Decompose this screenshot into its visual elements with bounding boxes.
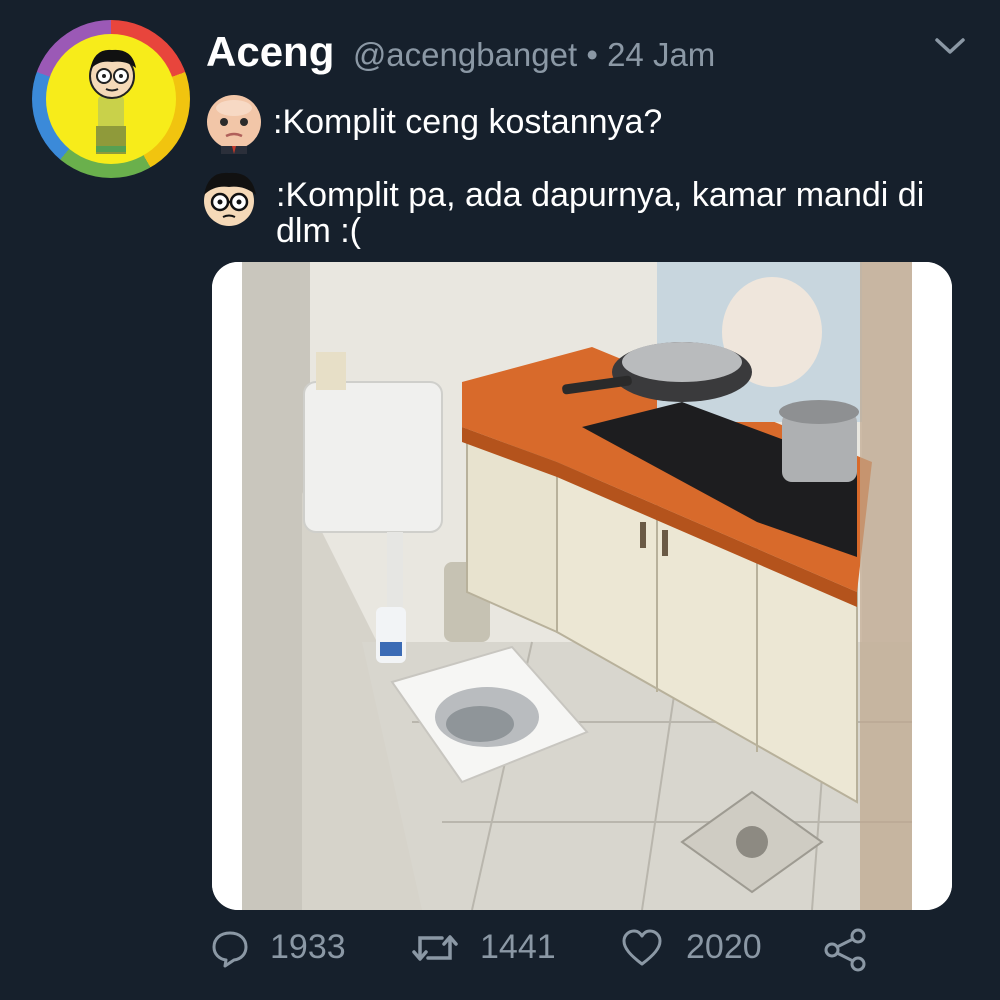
message-text: :Komplit pa, ada dapurnya, kamar mandi d…	[276, 176, 925, 250]
baby-face-icon	[203, 92, 265, 154]
retweet-count: 1441	[480, 928, 556, 966]
message-line: :Komplit ceng kostannya?	[203, 90, 963, 160]
like-count: 2020	[686, 928, 762, 966]
tweet-time: 24 Jam	[607, 36, 716, 73]
like-button[interactable]: 2020	[620, 918, 790, 978]
message-line: :Komplit pa, ada dapurnya, kamar mandi d…	[198, 165, 958, 255]
chevron-down-icon[interactable]	[932, 34, 968, 58]
retweet-button[interactable]: 1441	[410, 918, 570, 978]
tweet-photo[interactable]	[212, 262, 952, 910]
reply-button[interactable]: 1933	[210, 918, 360, 978]
like-icon	[622, 929, 662, 966]
aceng-face-icon	[198, 165, 260, 235]
message-text: :Komplit ceng kostannya?	[273, 103, 663, 141]
author-name[interactable]: Aceng	[206, 28, 334, 75]
avatar[interactable]	[32, 20, 190, 178]
dot-separator: •	[586, 36, 598, 73]
retweet-icon	[412, 935, 458, 961]
share-icon	[824, 928, 866, 972]
reply-count: 1933	[270, 928, 346, 966]
handle-text: @acengbanget	[352, 36, 578, 73]
reply-icon	[212, 931, 248, 968]
avatar-cartoon-icon	[46, 34, 176, 164]
author-handle[interactable]: @acengbanget • 24 Jam	[353, 36, 715, 73]
bathroom-kitchen-photo	[212, 262, 952, 910]
share-button[interactable]	[822, 918, 872, 978]
tweet-header: Aceng @acengbanget • 24 Jam	[206, 28, 715, 76]
tweet-actions: 1933 1441 2020	[210, 918, 890, 978]
